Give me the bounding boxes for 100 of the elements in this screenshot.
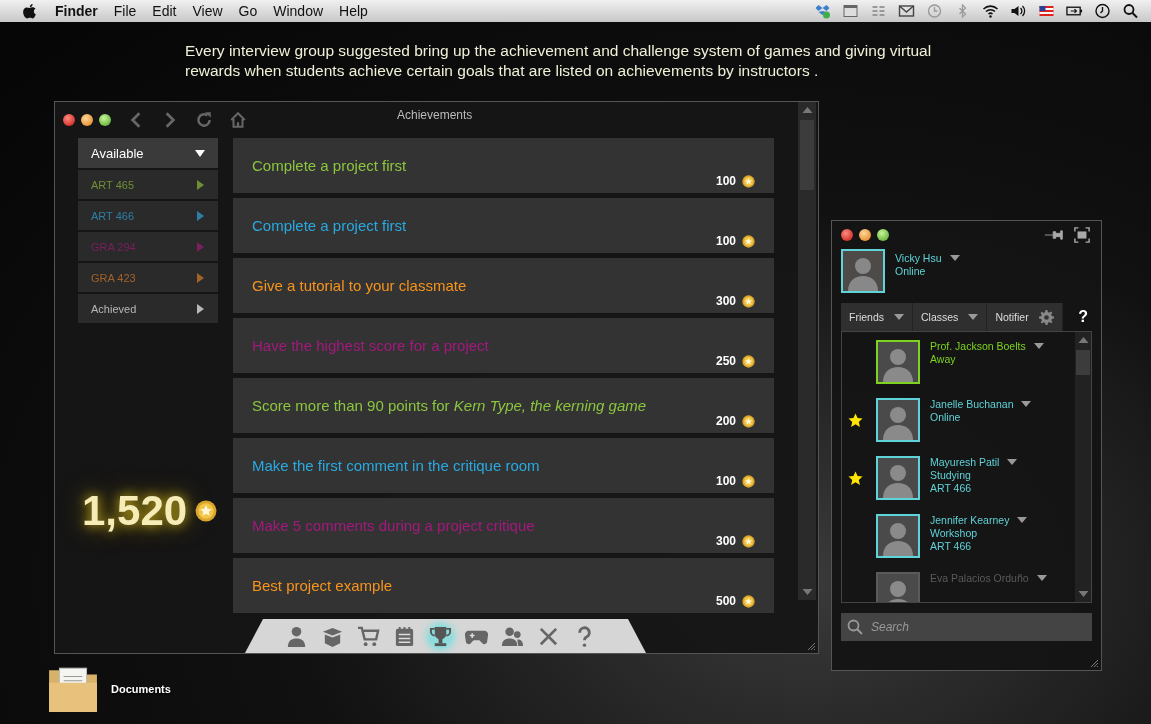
wifi-icon[interactable]: [982, 3, 999, 19]
achievement-card[interactable]: Complete a project first 100: [233, 138, 774, 193]
star-coin-icon: [742, 294, 755, 308]
folder-label[interactable]: Documents: [111, 683, 171, 695]
friend-course: ART 466: [930, 482, 973, 494]
achievement-card[interactable]: Best project example 500: [233, 558, 774, 613]
scroll-down-icon[interactable]: [801, 588, 813, 596]
minimize-button[interactable]: [859, 229, 871, 241]
tab[interactable]: Classes: [913, 303, 988, 331]
scrollbar[interactable]: [798, 102, 816, 600]
achievement-title: Give a tutorial to your classmate: [252, 277, 468, 294]
tab[interactable]: Notifier: [987, 303, 1063, 331]
scroll-thumb[interactable]: [1076, 350, 1090, 375]
zoom-button[interactable]: [877, 229, 889, 241]
clock-icon[interactable]: [1094, 3, 1111, 19]
fullscreen-icon[interactable]: [1072, 227, 1092, 243]
star-coin-icon: [742, 594, 755, 608]
achievement-title: Complete a project first: [252, 217, 408, 234]
user-status: Online: [895, 265, 927, 277]
dropdown-caret-icon[interactable]: [1033, 343, 1044, 349]
caption-text: Every interview group suggested bring up the achievement and challenge system of games and giving virtual rewards when students achieve certain goals that are listed on achievements by instructors .: [185, 41, 933, 81]
close-button[interactable]: [63, 114, 75, 126]
user-name: Vicky Hsu: [895, 252, 942, 264]
points-value: 100: [715, 174, 736, 188]
friend-name[interactable]: Jennifer Kearney: [930, 514, 1010, 526]
dropdown-caret-icon[interactable]: [949, 255, 960, 261]
scrollbar[interactable]: [1075, 332, 1091, 602]
points-value: 500: [715, 594, 736, 608]
achievement-card[interactable]: Score more than 90 points for Kern Type, the kerning game 200: [233, 378, 774, 433]
filter-item[interactable]: Achieved: [78, 294, 218, 323]
filter-item[interactable]: Available: [78, 138, 218, 168]
star-coin-icon: [742, 234, 755, 248]
dropdown-caret-icon[interactable]: [1021, 401, 1032, 407]
zoom-button[interactable]: [99, 114, 111, 126]
scroll-up-icon[interactable]: [1077, 336, 1089, 344]
box-sync-icon[interactable]: [814, 3, 831, 19]
notepad-icon[interactable]: [393, 624, 416, 648]
star-coin-icon: [195, 500, 218, 522]
menu-item[interactable]: Go: [238, 3, 258, 19]
friend-name[interactable]: Mayuresh Patil: [930, 456, 1000, 468]
achievement-card[interactable]: Have the highest score for a project 250: [233, 318, 774, 373]
avatar-silhouette: [841, 249, 885, 293]
search-field[interactable]: Search: [841, 613, 1092, 641]
star-coin-icon: [742, 474, 755, 488]
minimize-button[interactable]: [81, 114, 93, 126]
menu-item[interactable]: Window: [273, 3, 324, 19]
filter-label: GRA 294: [91, 240, 136, 253]
points-value: 100: [715, 234, 736, 248]
dropdown-caret-icon[interactable]: [1036, 575, 1047, 581]
caret-down-icon: [195, 148, 205, 158]
star-coin-icon: [742, 534, 755, 548]
friend-course: ART 466: [930, 540, 973, 552]
menu-app-name[interactable]: Finder: [55, 3, 98, 19]
people-icon[interactable]: [501, 624, 524, 648]
search-icon[interactable]: [1122, 3, 1139, 19]
friend-name[interactable]: Janelle Buchanan: [930, 398, 1014, 410]
menu-item[interactable]: View: [192, 3, 223, 19]
points-value: 300: [715, 534, 736, 548]
achievement-card[interactable]: Give a tutorial to your classmate 300: [233, 258, 774, 313]
star-icon[interactable]: [847, 412, 863, 428]
star-icon[interactable]: [847, 470, 863, 486]
settings-icon[interactable]: [1038, 309, 1054, 325]
apple-logo-icon[interactable]: [22, 2, 37, 20]
achievement-card[interactable]: Complete a project first 100: [233, 198, 774, 253]
trophy-icon[interactable]: [429, 624, 452, 648]
scroll-down-icon[interactable]: [1077, 590, 1089, 598]
pin-icon[interactable]: [1044, 227, 1064, 243]
friend-status: Workshop: [930, 527, 979, 539]
menu-item[interactable]: Help: [339, 3, 368, 19]
close-button[interactable]: [841, 229, 853, 241]
home-icon[interactable]: [229, 111, 247, 129]
person-icon[interactable]: [285, 624, 308, 648]
speaker-icon[interactable]: [1010, 3, 1027, 19]
points-value: 250: [715, 354, 736, 368]
resize-grip-icon[interactable]: [806, 641, 816, 651]
tab[interactable]: Friends: [841, 303, 913, 331]
filter-label: Available: [91, 145, 144, 161]
cart-icon[interactable]: [357, 624, 380, 648]
friend-status: Studying: [930, 469, 972, 481]
points-value: 200: [715, 414, 736, 428]
menu-item[interactable]: Edit: [152, 3, 177, 19]
caret-right-icon: [195, 272, 205, 283]
points-total: 1,520: [82, 487, 188, 535]
menu-item[interactable]: File: [113, 3, 137, 19]
achievement-card[interactable]: Make 5 comments during a project critique 300: [233, 498, 774, 553]
refresh-icon[interactable]: [195, 111, 213, 129]
help-button[interactable]: ?: [1078, 308, 1088, 326]
achievement-card[interactable]: Make the first comment in the critique room 100: [233, 438, 774, 493]
scroll-up-icon[interactable]: [801, 106, 813, 114]
achievement-title: Have the highest score for a project: [252, 337, 490, 354]
resize-grip-icon[interactable]: [1089, 658, 1099, 668]
filter-label: GRA 423: [91, 271, 136, 284]
dropdown-caret-icon[interactable]: [1017, 517, 1028, 523]
points-value: 300: [715, 294, 736, 308]
flag-icon[interactable]: [1038, 3, 1055, 19]
envelope-icon[interactable]: [898, 3, 915, 19]
dropdown-caret-icon[interactable]: [1007, 459, 1018, 465]
friend-status: Online: [930, 411, 962, 423]
friend-name[interactable]: Prof. Jackson Boelts: [930, 340, 1026, 352]
filter-item[interactable]: ART 465: [78, 170, 218, 199]
